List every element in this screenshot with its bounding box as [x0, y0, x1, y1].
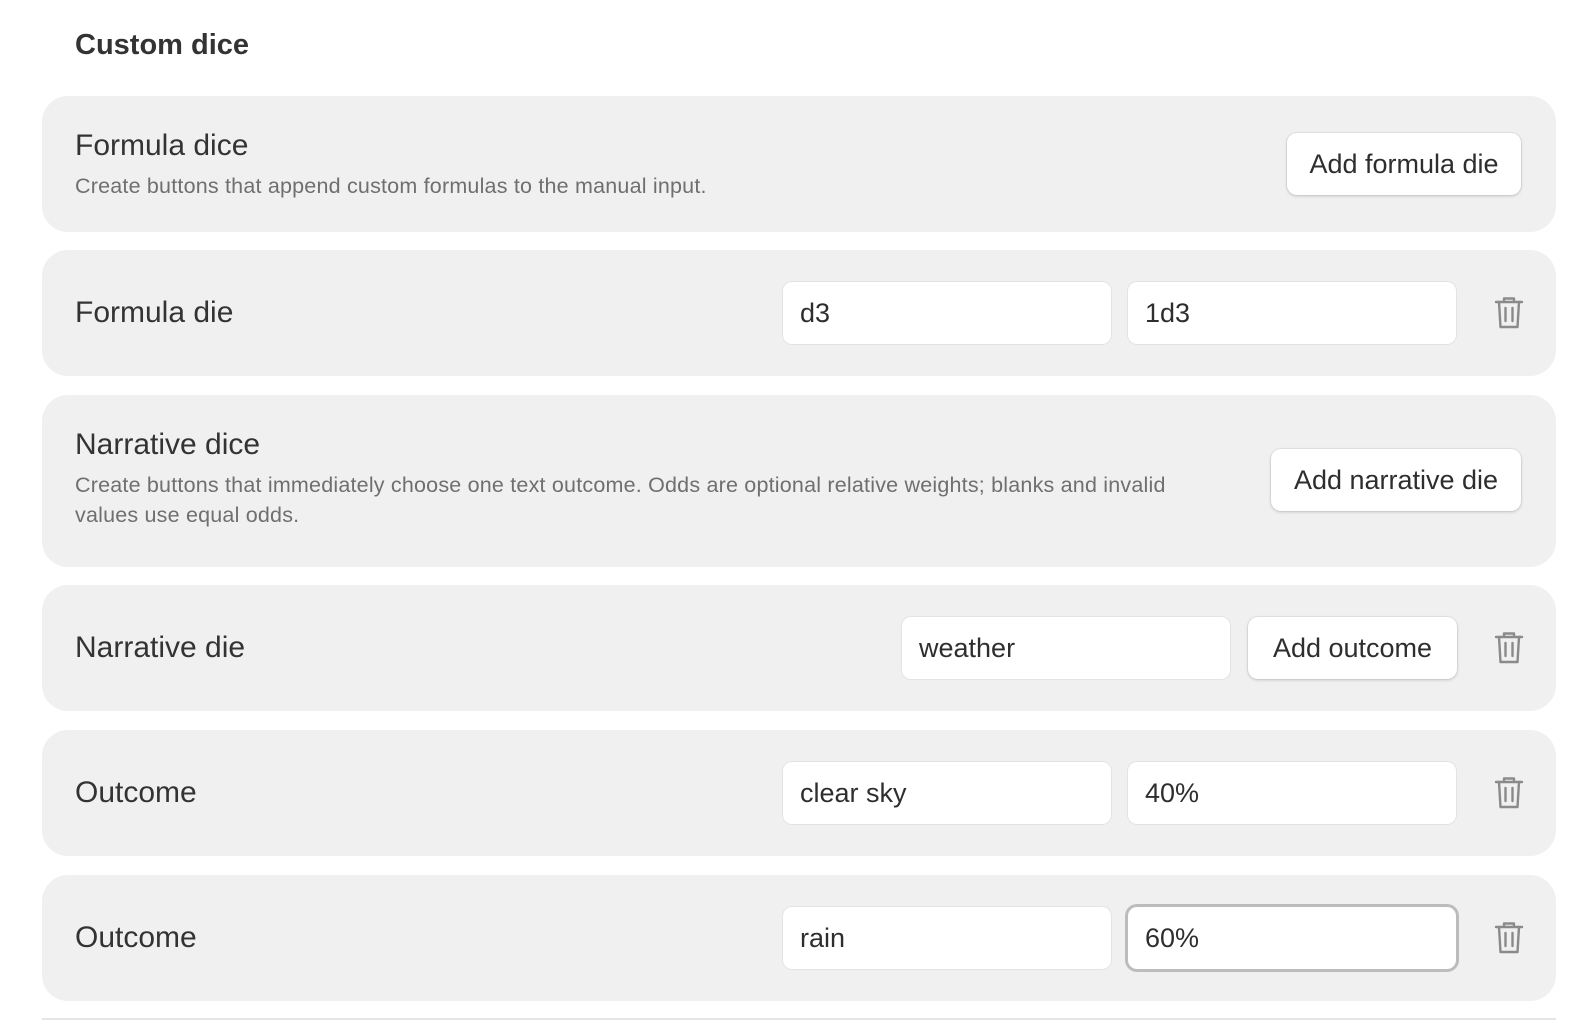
narrative-dice-description: Create buttons that immediately choose o…	[75, 473, 1166, 527]
formula-dice-description: Create buttons that append custom formul…	[75, 174, 707, 198]
outcome-text-input[interactable]: clear sky	[783, 762, 1111, 824]
outcome-odds-input[interactable]: 60%	[1128, 907, 1456, 969]
formula-die-row: Formula die d3 1d3	[42, 250, 1556, 376]
section-title: Custom dice	[75, 29, 250, 61]
formula-dice-card: Formula dice Create buttons that append …	[42, 96, 1556, 232]
narrative-dice-card: Narrative dice Create buttons that immed…	[42, 395, 1556, 567]
formula-die-name-input[interactable]: d3	[783, 282, 1111, 344]
formula-die-label: Formula die	[75, 296, 234, 329]
narrative-dice-title: Narrative dice	[75, 428, 261, 461]
add-narrative-die-button[interactable]: Add narrative die	[1271, 449, 1521, 511]
formula-die-formula-input[interactable]: 1d3	[1128, 282, 1456, 344]
trash-icon[interactable]	[1494, 921, 1524, 955]
outcome-label: Outcome	[75, 921, 197, 954]
formula-dice-title: Formula dice	[75, 129, 249, 162]
add-outcome-button[interactable]: Add outcome	[1248, 617, 1457, 679]
narrative-die-row: Narrative die weather Add outcome	[42, 585, 1556, 711]
outcome-row: Outcome rain 60%	[42, 875, 1556, 1001]
section-divider	[42, 1018, 1556, 1020]
trash-icon[interactable]	[1494, 296, 1524, 330]
outcome-label: Outcome	[75, 776, 197, 809]
add-formula-die-button[interactable]: Add formula die	[1287, 133, 1521, 195]
narrative-die-label: Narrative die	[75, 631, 246, 664]
trash-icon[interactable]	[1494, 631, 1524, 665]
outcome-row: Outcome clear sky 40%	[42, 730, 1556, 856]
narrative-die-name-input[interactable]: weather	[902, 617, 1230, 679]
outcome-text-input[interactable]: rain	[783, 907, 1111, 969]
outcome-odds-input[interactable]: 40%	[1128, 762, 1456, 824]
trash-icon[interactable]	[1494, 776, 1524, 810]
